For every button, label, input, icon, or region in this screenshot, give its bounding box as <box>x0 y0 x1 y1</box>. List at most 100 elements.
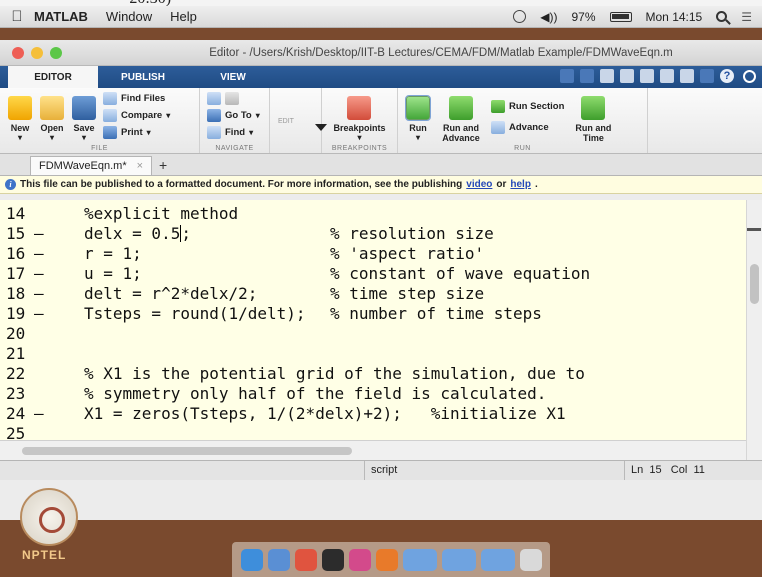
chevron-down-icon[interactable] <box>315 124 327 131</box>
save-button[interactable]: Save ▾ <box>72 92 96 143</box>
vertical-scroll-thumb[interactable] <box>750 264 759 304</box>
quick-cut-icon[interactable] <box>600 69 614 83</box>
horizontal-scroll-thumb[interactable] <box>22 447 352 455</box>
breakpoint-marker[interactable]: – <box>34 304 44 324</box>
run-and-advance-button[interactable]: Run and Advance <box>438 92 484 143</box>
open-button[interactable]: Open ▾ <box>40 92 64 143</box>
expand-toolstrip-icon[interactable] <box>743 70 756 83</box>
new-button[interactable]: New ▾ <box>8 92 32 143</box>
quick-switch-windows-icon[interactable] <box>700 69 714 83</box>
window-thumbnail-icon[interactable] <box>441 548 476 571</box>
banner-end: . <box>534 179 538 190</box>
breakpoint-marker[interactable]: – <box>34 264 44 284</box>
chrome-dock-icon[interactable] <box>294 548 317 571</box>
code-line[interactable]: 18– delt = r^2*delx/2; % time step size <box>0 284 746 304</box>
vertical-scrollbar[interactable] <box>746 200 762 460</box>
code-editor[interactable]: 14 %explicit method 15– delx = 0.5;% resolu… <box>0 200 746 440</box>
code-text: %explicit method <box>84 204 239 223</box>
status-ln-value: 15 <box>649 464 662 476</box>
compare-button[interactable]: Compare <box>103 109 170 122</box>
breakpoints-button[interactable]: Breakpoints ▾ <box>333 92 386 143</box>
quick-undo-icon[interactable] <box>660 69 674 83</box>
menubar-clock[interactable]: Mon 14:15 <box>646 10 703 24</box>
code-line[interactable]: 19– Tsteps = round(1/delt); % number of ti… <box>0 304 746 324</box>
menu-window[interactable]: Window <box>106 9 152 24</box>
horizontal-scrollbar[interactable] <box>0 440 746 460</box>
code-line[interactable]: 15– delx = 0.5; % resolution size <box>0 224 746 244</box>
battery-icon[interactable] <box>609 11 632 22</box>
code-text: X1 = zeros(Tsteps, 1/(2*delx)+2); %initi… <box>84 404 566 423</box>
print-button[interactable]: Print <box>103 126 170 139</box>
matlab-dock-icon[interactable] <box>375 548 398 571</box>
find-files-button[interactable]: Find Files <box>103 92 170 105</box>
group-label-navigate: NAVIGATE <box>215 145 254 152</box>
breakpoint-marker[interactable]: – <box>34 224 44 244</box>
find-files-icon <box>103 92 117 105</box>
code-line[interactable]: 17– u = 1; % constant of wave equation <box>0 264 746 284</box>
forward-arrow-icon <box>225 92 239 105</box>
finder-dock-icon[interactable] <box>240 548 263 571</box>
volume-icon[interactable]: ◀)) <box>540 10 557 24</box>
group-label-run: RUN <box>514 145 531 152</box>
group-label-edit: EDIT <box>278 118 294 125</box>
code-line[interactable]: 25 <box>0 424 746 440</box>
code-line[interactable]: 14 %explicit method <box>0 204 746 224</box>
go-to-button[interactable]: Go To <box>207 109 260 122</box>
window-titlebar: Editor - /Users/Krish/Desktop/IIT-B Lect… <box>0 40 762 66</box>
spotlight-search-icon[interactable] <box>716 11 728 22</box>
quick-open-icon[interactable] <box>580 69 594 83</box>
quick-copy-icon[interactable] <box>620 69 634 83</box>
back-forward-buttons[interactable] <box>207 92 260 105</box>
script-editor-dock-icon[interactable] <box>348 548 371 571</box>
scroll-top-marker <box>747 228 761 231</box>
find-button[interactable]: Find <box>207 126 260 139</box>
tab-publish[interactable]: PUBLISH <box>98 66 188 88</box>
battery-percent: 97% <box>571 9 596 24</box>
apple-icon[interactable]:  <box>0 8 34 25</box>
notification-center-icon[interactable]: ☰ <box>741 10 752 24</box>
group-edit: EDIT <box>270 88 322 153</box>
run-button[interactable]: Run ▾ <box>405 92 431 143</box>
tab-editor[interactable]: EDITOR <box>8 66 98 88</box>
run-and-time-button[interactable]: Run and Time <box>571 92 615 143</box>
banner-video-link[interactable]: video <box>466 179 492 190</box>
code-line[interactable]: 16– r = 1; % 'aspect ratio' <box>0 244 746 264</box>
close-tab-icon[interactable]: × <box>137 160 143 172</box>
code-text: u = 1; <box>84 264 142 283</box>
file-tab-fdmwaveeqn[interactable]: FDMWaveEqn.m* × <box>30 156 153 175</box>
help-icon[interactable]: ? <box>720 69 734 83</box>
quick-paste-icon[interactable] <box>640 69 654 83</box>
menu-app-matlab[interactable]: MATLAB <box>34 9 88 24</box>
window-thumbnail-icon[interactable] <box>480 548 515 571</box>
save-icon <box>72 96 96 120</box>
back-arrow-icon <box>207 92 221 105</box>
code-line[interactable]: 21 <box>0 344 746 364</box>
code-comment: % time step size <box>330 284 485 303</box>
new-tab-button[interactable]: + <box>152 156 174 175</box>
banner-help-link[interactable]: help <box>510 179 531 190</box>
menu-help[interactable]: Help <box>170 9 197 24</box>
code-line[interactable]: 20 <box>0 324 746 344</box>
time-machine-icon[interactable] <box>513 10 527 23</box>
code-line[interactable]: 23 % symmetry only half of the field is c… <box>0 384 746 404</box>
breakpoint-marker[interactable]: – <box>34 284 44 304</box>
group-label-breakpoints: BREAKPOINTS <box>331 145 388 152</box>
quick-save-icon[interactable] <box>560 69 574 83</box>
tab-view[interactable]: VIEW <box>188 66 278 88</box>
breakpoint-marker[interactable]: – <box>34 244 44 264</box>
terminal-dock-icon[interactable] <box>321 548 344 571</box>
preview-dock-icon[interactable] <box>267 548 290 571</box>
code-text-suffix: ; <box>181 224 191 243</box>
code-line[interactable]: 24– X1 = zeros(Tsteps, 1/(2*delx)+2); %in… <box>0 404 746 424</box>
quick-redo-icon[interactable] <box>680 69 694 83</box>
breakpoint-marker[interactable]: – <box>34 404 44 424</box>
advance-button[interactable]: Advance <box>491 121 564 134</box>
code-line[interactable]: 22 % X1 is the potential grid of the simu… <box>0 364 746 384</box>
trash-dock-icon[interactable] <box>519 548 542 571</box>
line-number: 15 <box>6 224 26 243</box>
run-and-advance-icon <box>449 96 473 120</box>
code-comment: % resolution size <box>330 224 494 243</box>
run-section-button[interactable]: Run Section <box>491 100 564 113</box>
window-thumbnail-icon[interactable] <box>402 548 437 571</box>
file-tab-label: FDMWaveEqn.m* <box>39 160 127 172</box>
